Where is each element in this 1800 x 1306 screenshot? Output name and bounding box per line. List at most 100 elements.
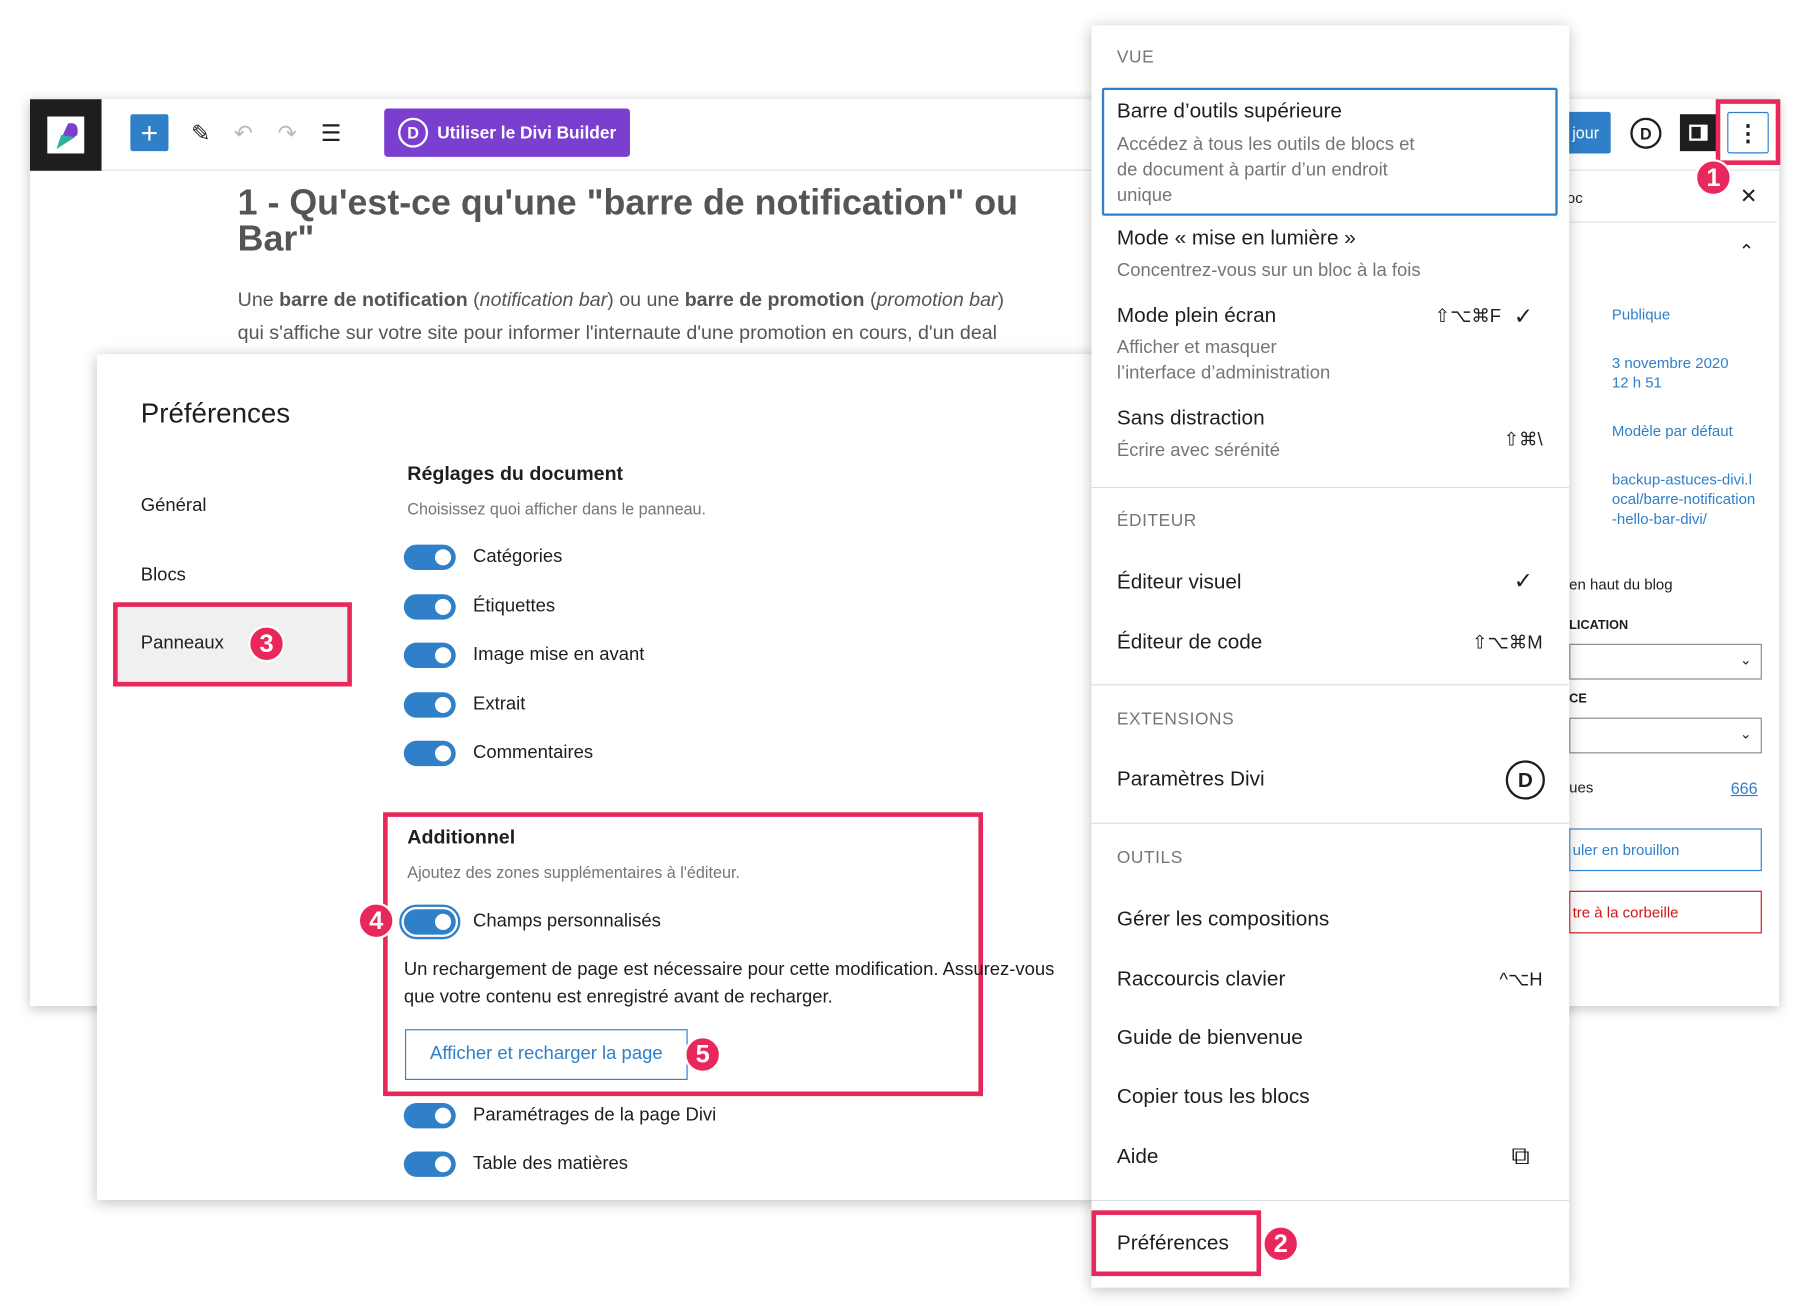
badge-5: 5 <box>684 1036 722 1074</box>
toggle-switch[interactable] <box>403 740 456 767</box>
menu-item-preferences[interactable]: Préférences <box>1117 1231 1229 1255</box>
sidebar-tab[interactable]: oc <box>1567 189 1583 206</box>
nav-panels-label: Panneaux <box>140 633 224 654</box>
menu-item-divi-settings[interactable]: Paramètres Divi <box>1117 767 1265 791</box>
revisions-count-link[interactable]: 666 <box>1731 779 1758 799</box>
toggle-label: Image mise en avant <box>473 644 645 665</box>
toggle-label: Extrait <box>473 694 526 715</box>
menu-item-tool[interactable]: Aide <box>1117 1145 1159 1169</box>
toggle-label: Catégories <box>473 546 563 567</box>
doc-settings-desc: Choisissez quoi afficher dans le panneau… <box>407 499 707 519</box>
menu-item-desc: Accédez à tous les outils de blocs et <box>1116 134 1415 155</box>
checkmark-icon: ✓ <box>1513 568 1534 595</box>
paragraph-segment: ( <box>467 288 480 311</box>
chevron-up-icon[interactable]: ⌃ <box>1739 240 1754 263</box>
switch-to-draft-button[interactable]: uler en brouillon <box>1569 828 1762 872</box>
reload-page-button[interactable]: Afficher et recharger la page <box>404 1029 688 1080</box>
menu-item-label[interactable]: Mode plein écran <box>1117 303 1276 327</box>
notice-line-2: que votre contenu est enregistré avant d… <box>403 987 833 1008</box>
toggle-switch[interactable] <box>403 1103 456 1129</box>
update-label: jour <box>1572 123 1600 142</box>
nav-blocks[interactable]: Blocs <box>141 565 186 586</box>
post-paragraph-2[interactable]: qui s'affiche sur votre site pour inform… <box>238 322 1092 345</box>
paragraph-segment: ( <box>864 288 877 311</box>
template-link[interactable]: Modèle par défaut <box>1612 421 1733 441</box>
shortcut-text: ⇧⌘\ <box>1503 430 1543 450</box>
menu-item-label[interactable]: Mode « mise en lumière » <box>1117 226 1356 250</box>
menu-heading-tools: OUTILS <box>1116 848 1183 868</box>
publication-label: LICATION <box>1569 618 1629 633</box>
list-view-icon[interactable]: ☰ <box>318 120 343 146</box>
menu-item-editor[interactable]: Éditeur de code <box>1117 630 1262 654</box>
url-link[interactable]: backup-astuces-divi.local/barre-notifica… <box>1612 470 1756 529</box>
paragraph-segment: notification bar <box>479 288 608 311</box>
sidebar-toggle-icon[interactable] <box>1679 114 1717 152</box>
shortcut-text: ⇧⌥⌘F <box>1434 306 1502 327</box>
toggle-switch[interactable] <box>403 594 456 620</box>
toggle-switch[interactable] <box>403 642 456 669</box>
menu-item-tool[interactable]: Raccourcis clavier <box>1117 967 1286 991</box>
badge-4: 4 <box>357 902 395 940</box>
menu-item-label[interactable]: Sans distraction <box>1117 406 1265 430</box>
menu-item-desc: de document à partir d’un endroit <box>1116 160 1388 180</box>
title-line-2: Bar" <box>237 218 315 257</box>
menu-divider <box>1091 684 1570 686</box>
menu-item-desc: Concentrez-vous sur un bloc à la fois <box>1116 260 1421 281</box>
preferences-title: Préférences <box>140 398 291 430</box>
menu-item-desc: unique <box>1116 185 1173 206</box>
toggle-switch[interactable] <box>403 544 456 570</box>
menu-heading-view: VUE <box>1116 47 1155 67</box>
additional-title: Additionnel <box>407 826 516 849</box>
secondary-select[interactable]: ⌄ <box>1569 717 1762 754</box>
menu-item-desc: l’interface d’administration <box>1116 363 1331 384</box>
add-block-button[interactable]: + <box>130 114 169 152</box>
custom-fields-toggle[interactable] <box>399 904 461 940</box>
publication-select[interactable]: ⌄ <box>1569 643 1762 680</box>
toggle-label: Paramétrages de la page Divi <box>473 1105 717 1125</box>
menu-item-tool[interactable]: Copier tous les blocs <box>1117 1085 1310 1109</box>
divi-toolbar-icon[interactable]: D <box>1630 117 1662 149</box>
toggle-label: Étiquettes <box>473 596 556 617</box>
close-icon[interactable]: ✕ <box>1740 185 1757 209</box>
menu-divider <box>1091 1199 1570 1202</box>
divi-button-label: Utiliser le Divi Builder <box>437 122 617 143</box>
checkmark-icon: ✓ <box>1513 304 1534 330</box>
undo-icon[interactable]: ↶ <box>231 120 256 146</box>
menu-heading-extensions: EXTENSIONS <box>1116 709 1235 730</box>
redo-icon[interactable]: ↷ <box>275 120 300 146</box>
toggle-switch[interactable] <box>403 692 456 718</box>
post-title[interactable]: 1 - Qu'est-ce qu'une "barre de notificat… <box>238 185 1092 257</box>
pencil-icon[interactable]: ✎ <box>188 120 213 146</box>
toggle-switch[interactable] <box>403 1151 456 1177</box>
menu-item-editor[interactable]: Éditeur visuel <box>1117 570 1242 594</box>
menu-divider <box>1091 486 1570 489</box>
toggle-label: Table des matières <box>473 1153 629 1174</box>
post-paragraph-1[interactable]: Une barre de notification (notification … <box>238 288 1092 311</box>
reload-notice: Un rechargement de page est nécessaire p… <box>404 957 1092 1012</box>
divi-icon: D <box>1505 760 1545 800</box>
menu-divider <box>1091 822 1570 824</box>
menu-item-desc: Afficher et masquer <box>1116 338 1277 358</box>
time-text: 12 h 51 <box>1611 373 1662 392</box>
menu-item-tool[interactable]: Guide de bienvenue <box>1117 1026 1303 1050</box>
menu-item-tool[interactable]: Gérer les compositions <box>1117 907 1329 931</box>
revisions-label: ues <box>1569 778 1594 797</box>
notice-line-1: Un rechargement de page est nécessaire p… <box>403 959 1055 980</box>
publish-date-link[interactable]: 3 novembre 2020 12 h 51 <box>1612 353 1729 392</box>
custom-fields-label: Champs personnalisés <box>473 911 661 932</box>
sticky-label[interactable]: en haut du blog <box>1569 576 1672 593</box>
divi-builder-button[interactable]: D Utiliser le Divi Builder <box>384 108 630 157</box>
external-link-icon: ⧉ <box>1511 1141 1530 1170</box>
additional-desc: Ajoutez des zones supplémentaires à l'éd… <box>407 863 740 882</box>
nav-general[interactable]: Général <box>141 496 207 517</box>
options-kebab-icon[interactable]: ⋮ <box>1727 111 1769 154</box>
badge-3: 3 <box>248 625 285 663</box>
title-line-1: 1 - Qu'est-ce qu'une "barre de notificat… <box>237 184 1018 223</box>
divi-icon: D <box>398 117 429 148</box>
visibility-link[interactable]: Publique <box>1612 305 1670 325</box>
divider <box>1569 221 1777 223</box>
doc-settings-title: Réglages du document <box>407 462 624 485</box>
move-to-trash-button[interactable]: tre à la corbeille <box>1569 890 1762 934</box>
paragraph-segment: ) ou une <box>607 288 685 311</box>
site-logo[interactable] <box>29 99 102 171</box>
